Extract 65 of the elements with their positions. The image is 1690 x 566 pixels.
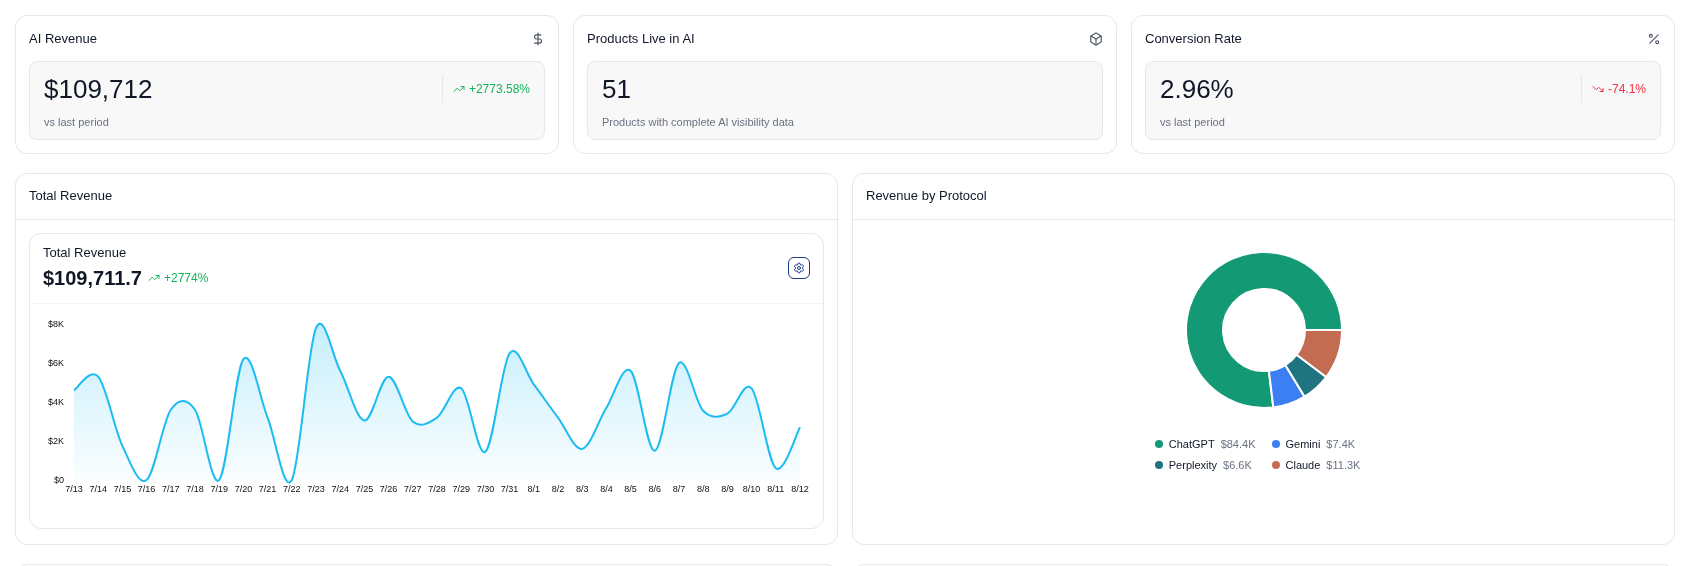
- card-title: Products Live in AI: [587, 30, 695, 48]
- total-value: $109,711.7: [43, 265, 142, 291]
- x-axis-label: 7/25: [355, 483, 374, 494]
- x-axis-label: 7/23: [307, 483, 325, 494]
- y-axis-label: $2K: [48, 435, 64, 446]
- x-axis-label: 7/17: [162, 483, 180, 494]
- x-axis-label: 8/3: [575, 483, 589, 494]
- dollar-icon: [531, 31, 545, 46]
- metric-caption: vs last period: [44, 114, 110, 130]
- change-value: +2773.58%: [468, 80, 530, 98]
- x-axis-label: 8/9: [721, 483, 734, 494]
- x-axis-label: 8/8: [696, 483, 710, 494]
- metric-caption: Products with complete AI visibility data: [602, 114, 795, 130]
- y-axis-label: $4K: [48, 396, 64, 407]
- x-axis-label: 7/26: [379, 483, 398, 494]
- x-axis-label: 8/6: [648, 483, 662, 494]
- x-axis-label: 7/22: [283, 483, 301, 494]
- x-axis-label: 7/14: [89, 483, 107, 494]
- x-axis-label: 8/12: [791, 483, 809, 494]
- settings-button[interactable]: [788, 257, 810, 279]
- x-axis-label: 8/5: [624, 483, 637, 494]
- x-axis-label: 8/4: [600, 483, 613, 494]
- x-axis-label: 7/28: [428, 483, 446, 494]
- legend-label: Gemini: [1285, 436, 1321, 452]
- x-axis-label: 7/21: [258, 483, 277, 494]
- legend-label: Perplexity: [1168, 458, 1218, 473]
- x-axis-label: 7/24: [331, 483, 349, 494]
- card-title: Conversion Rate: [1145, 30, 1242, 48]
- x-axis-label: 8/10: [742, 483, 761, 494]
- x-axis-label: 7/13: [65, 483, 83, 494]
- y-axis-label: $8K: [48, 318, 64, 329]
- legend-label: Claude: [1285, 458, 1321, 473]
- metric-value: 51: [602, 75, 632, 102]
- cube-icon: [1089, 31, 1103, 46]
- x-axis-label: 7/29: [452, 483, 470, 494]
- card-title: Total Revenue: [29, 187, 113, 206]
- x-axis-label: 8/11: [767, 483, 785, 494]
- legend-label: ChatGPT: [1168, 436, 1215, 452]
- metric-caption: vs last period: [1160, 114, 1226, 130]
- x-axis-label: 8/2: [551, 483, 565, 494]
- card-title: AI Revenue: [29, 30, 97, 48]
- legend-amount: $84.4K: [1220, 436, 1256, 452]
- metric-value: 2.96%: [1160, 75, 1235, 102]
- x-axis-label: 7/20: [234, 483, 253, 494]
- x-axis-label: 7/27: [404, 483, 422, 494]
- metric-value: $109,712: [44, 75, 154, 102]
- x-axis-label: 7/19: [210, 483, 228, 494]
- x-axis-label: 7/30: [476, 483, 495, 494]
- x-axis-label: 8/1: [527, 483, 541, 494]
- chart-title: Total Revenue: [43, 244, 128, 263]
- x-axis-label: 8/7: [672, 483, 686, 494]
- legend-amount: $7.4K: [1326, 436, 1356, 452]
- x-axis-label: 7/31: [500, 483, 519, 494]
- card-title: Revenue by Protocol: [866, 187, 987, 206]
- change-value: +2774%: [164, 269, 209, 287]
- y-axis-label: $0: [54, 474, 64, 485]
- x-axis-label: 7/18: [186, 483, 204, 494]
- legend-amount: $11.3K: [1326, 458, 1361, 473]
- legend-amount: $6.6K: [1223, 458, 1252, 473]
- change-value: -74.1%: [1607, 80, 1646, 98]
- y-axis-label: $6K: [48, 357, 64, 368]
- x-axis-label: 7/16: [137, 483, 156, 494]
- percent-icon: [1647, 31, 1661, 46]
- x-axis-label: 7/15: [113, 483, 132, 494]
- settings-icon: [793, 262, 805, 274]
